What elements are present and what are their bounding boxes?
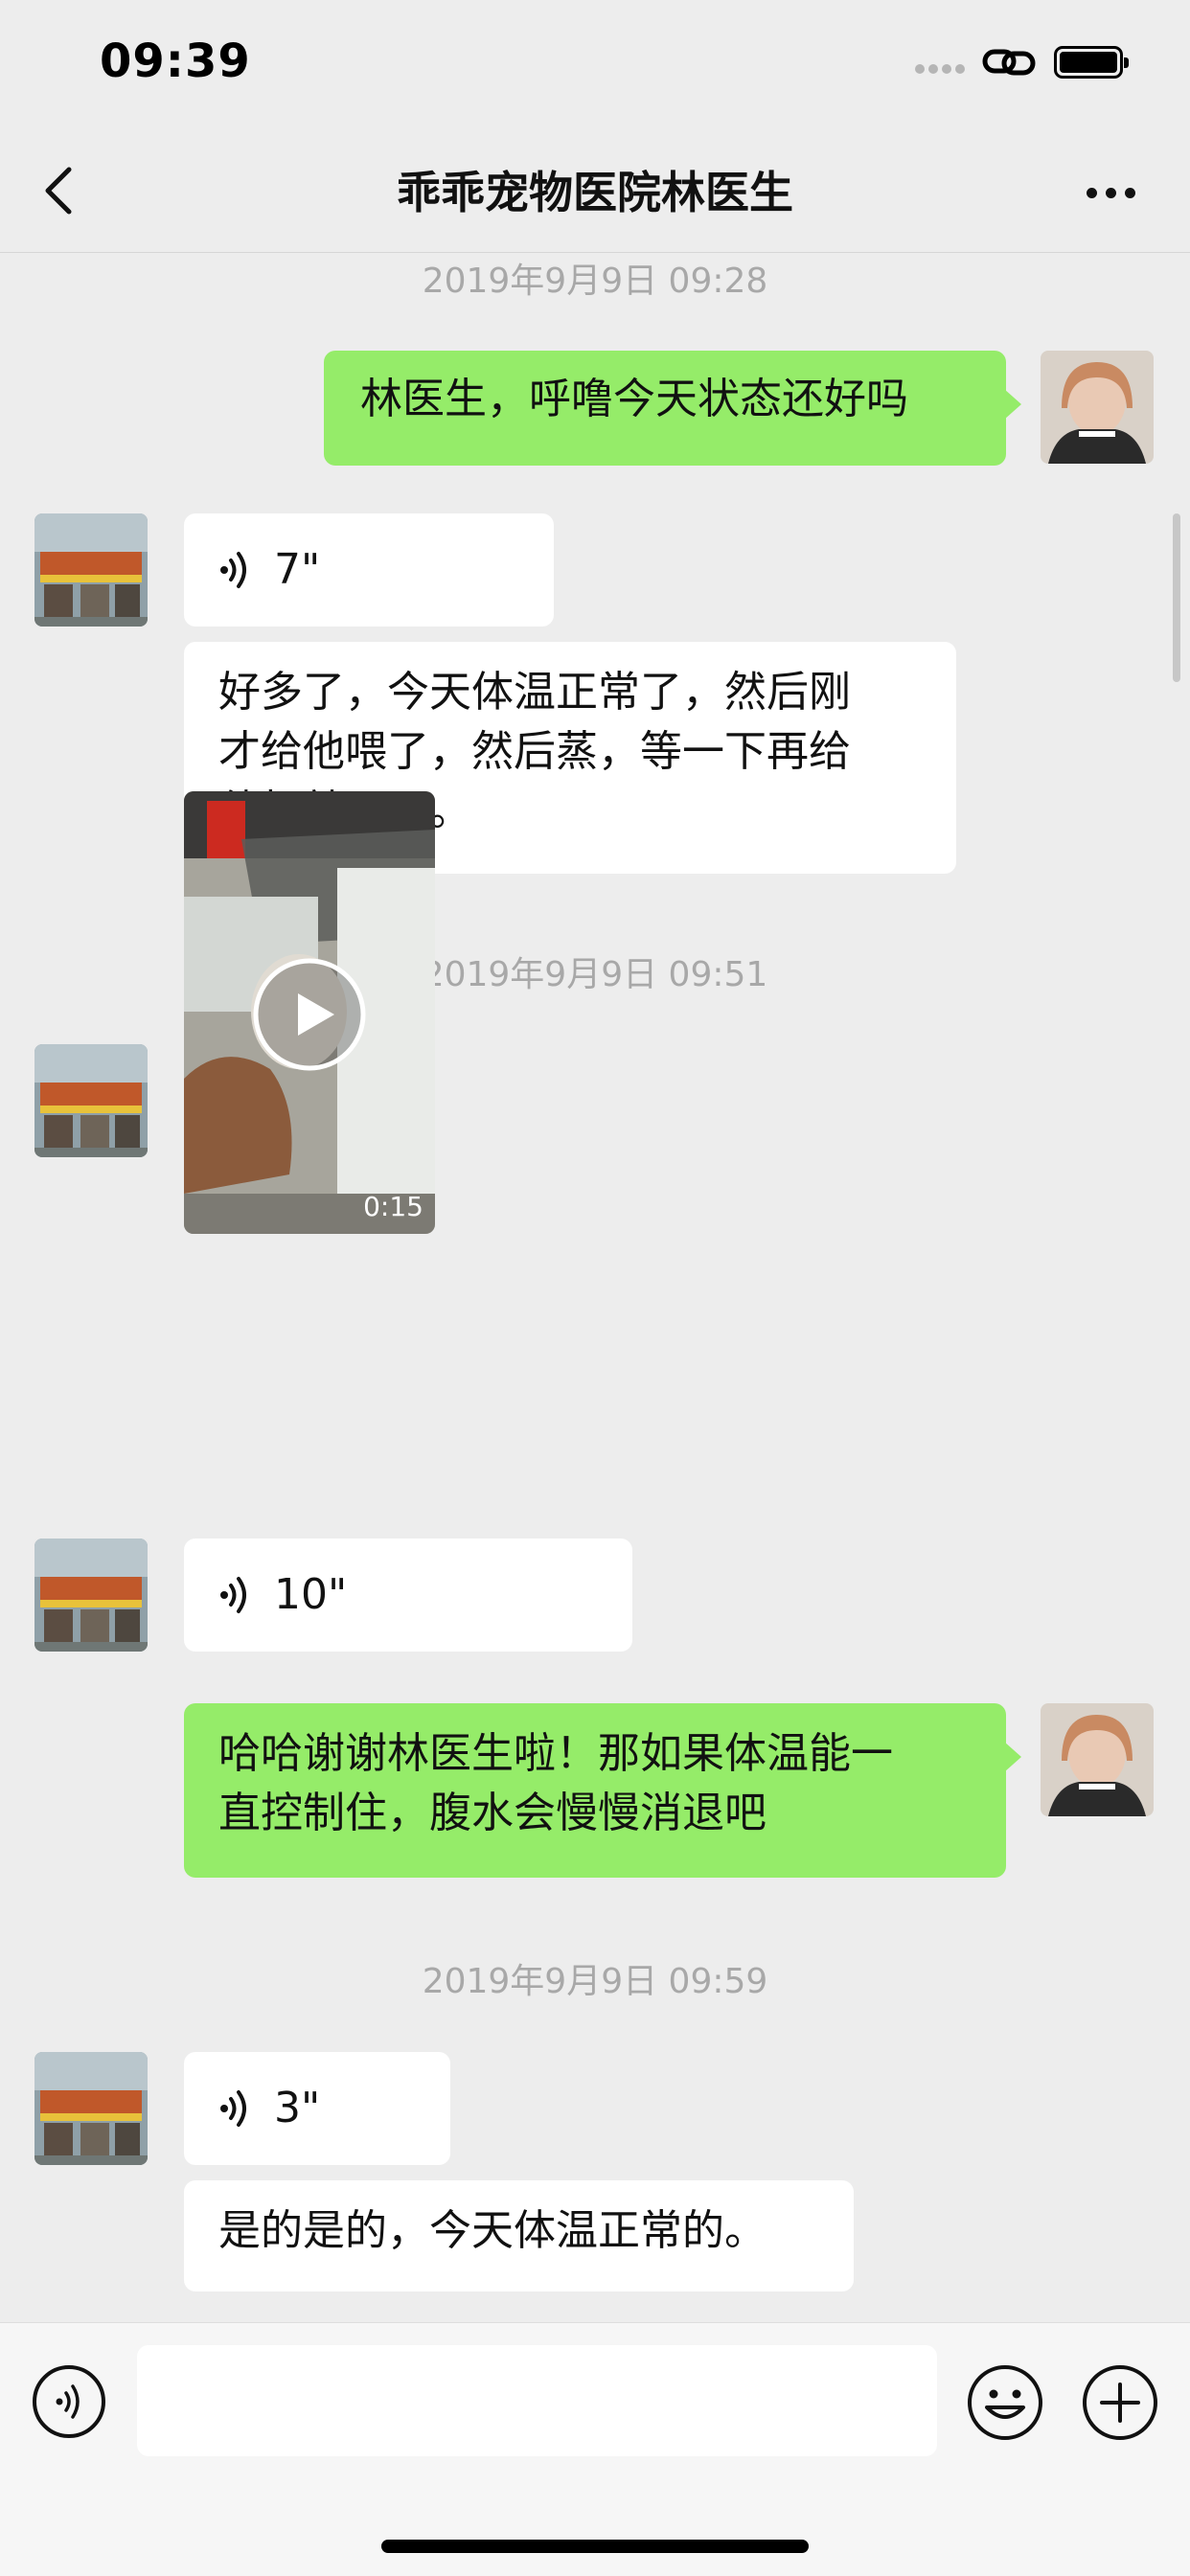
message-text-line: 好多了，今天体温正常了，然后刚 [218,668,851,717]
plus-icon[interactable] [1081,2363,1159,2442]
doctor-avatar[interactable] [34,1044,148,1157]
message-text-line: 哈哈谢谢林医生啦！那如果体温能一 [218,1729,893,1778]
video-duration: 0:15 [363,1191,423,1222]
nav-bar: 乖乖宠物医院林医生 [0,129,1190,253]
message-text-line: 才给他喂了，然后蒸，等一下再给 [218,727,851,776]
doctor-avatar[interactable] [34,1539,148,1652]
voice-duration: 10" [274,1570,348,1619]
voice-wave-icon [220,1577,246,1613]
play-icon[interactable] [252,957,367,1072]
chat-title: 乖乖宠物医院林医生 [397,167,793,218]
doctor-avatar[interactable] [34,2052,148,2165]
input-bar [0,2322,1190,2576]
my-avatar[interactable] [1041,351,1154,464]
received-message-bubble[interactable]: 是的是的，今天体温正常的。 [184,2180,854,2291]
voice-toggle-icon[interactable] [31,2363,107,2440]
link-icon [982,49,1036,76]
doctor-avatar[interactable] [34,513,148,627]
voice-message-bubble[interactable]: 10" [184,1539,632,1652]
voice-wave-icon [220,552,246,588]
signal-icon [915,59,971,74]
video-message[interactable]: 0:15 [184,791,435,1234]
scrollbar[interactable] [1173,513,1180,682]
message-input[interactable] [137,2345,937,2456]
voice-duration: 7" [274,545,321,594]
message-text: 林医生，呼噜今天状态还好吗 [360,375,908,423]
my-avatar[interactable] [1041,1703,1154,1816]
home-indicator[interactable] [381,2540,809,2553]
sent-message-bubble[interactable]: 林医生，呼噜今天状态还好吗 [324,351,1021,466]
emoji-icon[interactable] [966,2363,1044,2442]
message-text: 是的是的，今天体温正常的。 [218,2206,767,2255]
timestamp: 2019年9月9日 09:51 [422,955,768,994]
voice-message-bubble[interactable]: 3" [184,2052,450,2165]
timestamp: 2019年9月9日 09:59 [422,1962,768,2001]
voice-message-bubble[interactable]: 7" [184,513,554,627]
status-time: 09:39 [100,34,251,88]
voice-wave-icon [220,2090,246,2127]
battery-icon [1054,46,1129,79]
status-bar: 09:39 [0,0,1190,129]
timestamp: 2019年9月9日 09:28 [422,262,768,301]
more-icon[interactable] [1083,182,1140,201]
sent-message-bubble[interactable]: 哈哈谢谢林医生啦！那如果体温能一 直控制住，腹水会慢慢消退吧 [184,1703,1021,1878]
voice-duration: 3" [274,2084,321,2132]
message-text-line: 直控制住，腹水会慢慢消退吧 [218,1789,767,1837]
chat-area[interactable]: 2019年9月9日 09:28 林医生，呼噜今天状态还好吗 7" 好多了，今天体… [0,253,1190,2322]
